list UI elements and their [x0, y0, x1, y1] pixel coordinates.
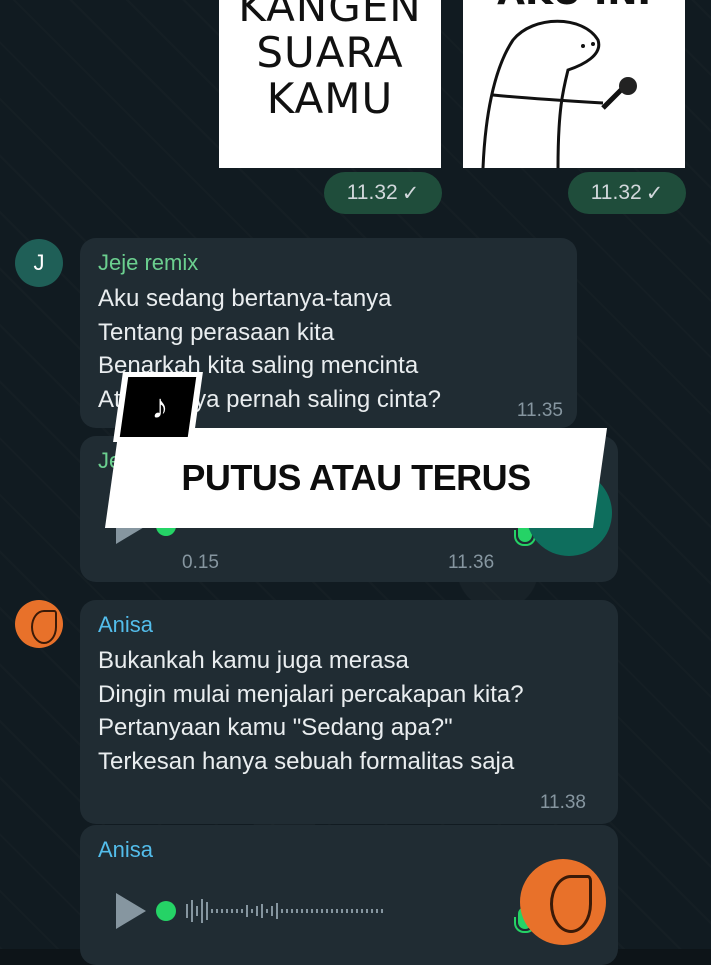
voice-player[interactable]: [116, 893, 383, 929]
voice-duration: 0.15: [182, 552, 219, 573]
avatar-letter: J: [33, 250, 45, 275]
message-line: Bukankah kamu juga merasa: [98, 647, 409, 674]
sticker-timestamp: 11.32 ✓: [324, 172, 442, 214]
voice-waveform[interactable]: [186, 899, 383, 923]
voice-message-bubble[interactable]: Anisa: [80, 825, 618, 965]
sender-name: Jeje remix: [98, 250, 199, 275]
sticker-text: KANGEN SUARA KAMU: [219, 0, 441, 122]
message-time: 11.36: [448, 552, 495, 573]
sticker-line: KANGEN: [238, 0, 422, 31]
avatar-anisa[interactable]: [15, 600, 63, 648]
sender-name: Anisa: [98, 837, 154, 862]
sticker-character-microphone[interactable]: AKU INI: [463, 0, 685, 168]
sticker-line: SUARA: [256, 28, 404, 77]
avatar-jeje[interactable]: J: [15, 239, 63, 287]
sender-name: Anisa: [98, 612, 154, 637]
voice-sender-avatar: [520, 859, 606, 945]
message-line: Terkesan hanya sebuah formalitas saja: [98, 747, 515, 775]
time-text: 11.32: [346, 181, 398, 204]
tiktok-logo-icon: ♪: [151, 388, 169, 426]
message-bubble[interactable]: Anisa Bukankah kamu juga merasa Dingin m…: [80, 600, 618, 824]
time-text: 11.32: [590, 181, 642, 204]
message-line: Aku sedang bertanya-tanya: [98, 285, 392, 312]
check-icon: ✓: [645, 181, 664, 205]
message-text: Bukankah kamu juga merasa Dingin mulai m…: [98, 644, 524, 778]
sticker-timestamp: 11.32 ✓: [568, 172, 686, 214]
message-line: Dingin mulai menjalari percakapan kita?: [98, 680, 524, 708]
message-line: Pertanyaan kamu "Sedang apa?": [98, 714, 453, 741]
overlay-title: PUTUS ATAU TERUS: [181, 457, 531, 498]
sticker-kangen-suara-kamu[interactable]: KANGEN SUARA KAMU: [219, 0, 441, 168]
message-line: Tentang perasaan kita: [98, 318, 335, 346]
message-time: 11.35: [516, 400, 563, 421]
character-drawing-icon: [481, 19, 637, 168]
play-icon[interactable]: [116, 893, 146, 929]
check-icon: ✓: [401, 181, 420, 205]
sticker-line: KAMU: [266, 74, 394, 123]
voice-progress-dot[interactable]: [156, 901, 176, 921]
message-time: 11.38: [539, 792, 586, 813]
